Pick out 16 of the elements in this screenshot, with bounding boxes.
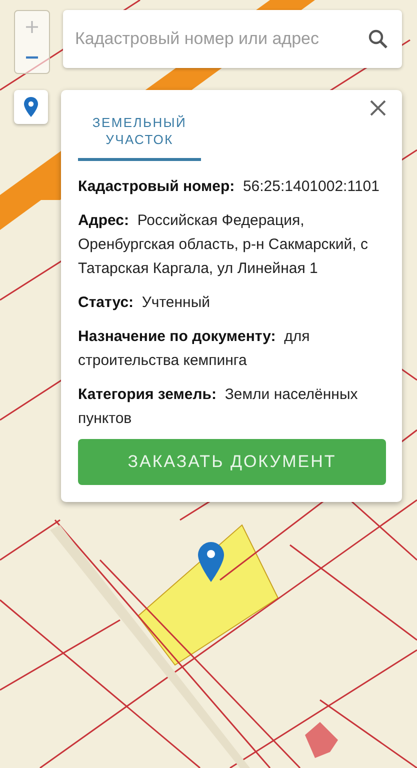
info-field: Адрес: Российская Федерация, Оренбургская область, р-н Сакмарский, с Татарская Каргала, ул Линейная 1 bbox=[78, 209, 386, 281]
close-icon bbox=[370, 100, 386, 116]
location-pin-icon bbox=[24, 97, 38, 117]
tab[interactable]: ЗЕМЕЛЬНЫЙ УЧАСТОК bbox=[78, 114, 201, 161]
order-document-button[interactable]: ЗАКАЗАТЬ ДОКУМЕНТ bbox=[78, 439, 386, 485]
close-button[interactable] bbox=[370, 100, 386, 116]
info-field: Категория земель: Земли населённых пунктов bbox=[78, 383, 386, 431]
location-button[interactable] bbox=[14, 90, 48, 124]
map-pin-icon bbox=[198, 542, 224, 582]
plus-icon bbox=[26, 20, 38, 32]
info-field: Назначение по документу: для строительства кемпинга bbox=[78, 325, 386, 373]
info-field: Статус: Учтенный bbox=[78, 291, 386, 315]
info-field: Кадастровый номер: 56:25:1401002:1101 bbox=[78, 175, 386, 199]
search-field[interactable]: Кадастровый номер или адрес bbox=[63, 10, 402, 68]
search-icon bbox=[368, 29, 388, 49]
minus-icon bbox=[26, 56, 38, 59]
